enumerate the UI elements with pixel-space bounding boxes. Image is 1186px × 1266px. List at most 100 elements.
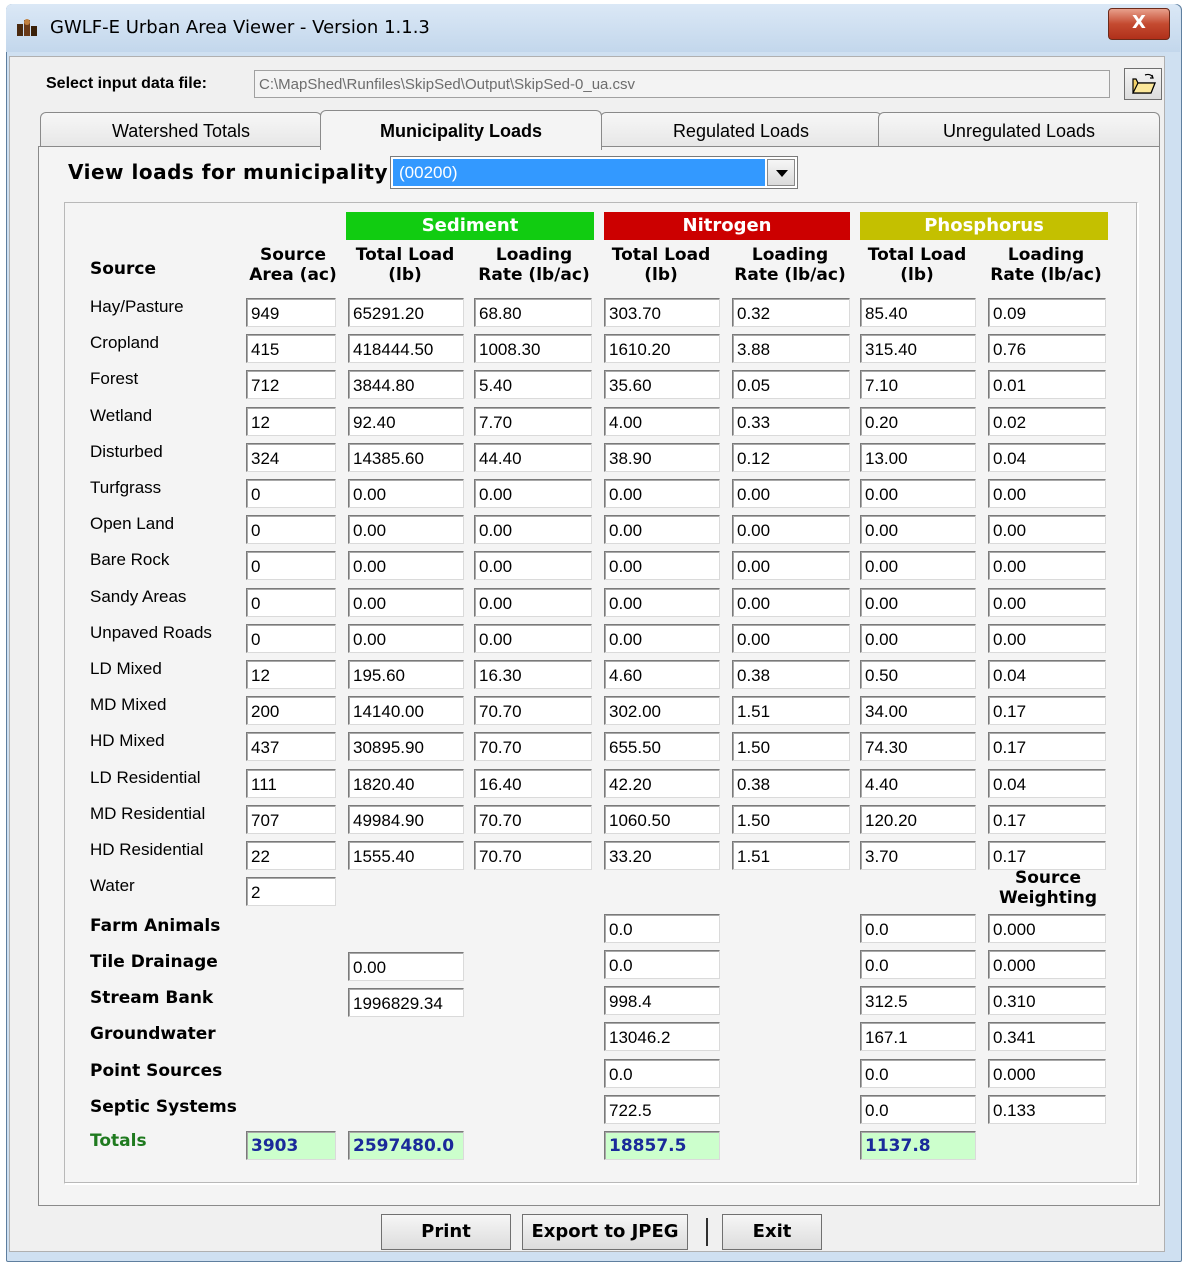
- p-total-field[interactable]: 0.50: [860, 660, 976, 689]
- n-total-field[interactable]: 13046.2: [604, 1022, 720, 1051]
- n-total-field[interactable]: 1060.50: [604, 805, 720, 834]
- area-field[interactable]: 200: [246, 696, 336, 725]
- area-field[interactable]: 0: [246, 588, 336, 617]
- n-rate-field[interactable]: 0.12: [732, 443, 850, 472]
- area-field[interactable]: 437: [246, 732, 336, 761]
- n-total-field[interactable]: 0.0: [604, 1059, 720, 1088]
- sed-rate-field[interactable]: 0.00: [474, 588, 592, 617]
- p-total-field[interactable]: 0.0: [860, 1059, 976, 1088]
- n-rate-field[interactable]: 0.38: [732, 769, 850, 798]
- tab-regulated-loads[interactable]: Regulated Loads: [600, 112, 882, 148]
- sed-total-field[interactable]: 1555.40: [348, 841, 464, 870]
- area-field[interactable]: 0: [246, 551, 336, 580]
- municipality-select[interactable]: (00200): [390, 156, 798, 189]
- n-total-field[interactable]: 655.50: [604, 732, 720, 761]
- area-field[interactable]: 111: [246, 769, 336, 798]
- sed-total-field[interactable]: 0.00: [348, 551, 464, 580]
- p-rate-field[interactable]: 0.00: [988, 588, 1106, 617]
- sed-total-field[interactable]: 14140.00: [348, 696, 464, 725]
- sed-total-field[interactable]: 65291.20: [348, 298, 464, 327]
- n-total-field[interactable]: 35.60: [604, 370, 720, 399]
- n-total-field[interactable]: 0.0: [604, 914, 720, 943]
- sed-total-field[interactable]: 0.00: [348, 515, 464, 544]
- tab-watershed-totals[interactable]: Watershed Totals: [40, 112, 322, 148]
- p-total-field[interactable]: 0.0: [860, 950, 976, 979]
- p-total-field[interactable]: 7.10: [860, 370, 976, 399]
- p-total-field[interactable]: 0.00: [860, 624, 976, 653]
- n-total-field[interactable]: 998.4: [604, 986, 720, 1015]
- n-total-field[interactable]: 33.20: [604, 841, 720, 870]
- sed-rate-field[interactable]: 16.30: [474, 660, 592, 689]
- sed-rate-field[interactable]: 16.40: [474, 769, 592, 798]
- p-rate-field[interactable]: 0.04: [988, 769, 1106, 798]
- sed-total-field[interactable]: 1820.40: [348, 769, 464, 798]
- n-total-field[interactable]: 42.20: [604, 769, 720, 798]
- area-field[interactable]: 0: [246, 515, 336, 544]
- n-rate-field[interactable]: 0.38: [732, 660, 850, 689]
- sed-rate-field[interactable]: 7.70: [474, 407, 592, 436]
- area-field[interactable]: 12: [246, 660, 336, 689]
- n-total-field[interactable]: 0.00: [604, 624, 720, 653]
- sed-rate-field[interactable]: 5.40: [474, 370, 592, 399]
- sed-rate-field[interactable]: 0.00: [474, 479, 592, 508]
- total-nitrogen-field[interactable]: 18857.5: [604, 1131, 720, 1160]
- n-total-field[interactable]: 0.00: [604, 515, 720, 544]
- p-total-field[interactable]: 13.00: [860, 443, 976, 472]
- p-rate-field[interactable]: 0.04: [988, 443, 1106, 472]
- sed-total-field[interactable]: 3844.80: [348, 370, 464, 399]
- n-total-field[interactable]: 722.5: [604, 1095, 720, 1124]
- p-total-field[interactable]: 315.40: [860, 334, 976, 363]
- open-file-button[interactable]: [1124, 68, 1162, 100]
- n-rate-field[interactable]: 0.32: [732, 298, 850, 327]
- sed-rate-field[interactable]: 70.70: [474, 732, 592, 761]
- n-rate-field[interactable]: 0.00: [732, 551, 850, 580]
- n-rate-field[interactable]: 0.33: [732, 407, 850, 436]
- chevron-down-icon[interactable]: [767, 159, 795, 186]
- p-total-field[interactable]: 312.5: [860, 986, 976, 1015]
- area-field[interactable]: 949: [246, 298, 336, 327]
- p-rate-field[interactable]: 0.02: [988, 407, 1106, 436]
- n-rate-field[interactable]: 1.50: [732, 732, 850, 761]
- sed-rate-field[interactable]: 70.70: [474, 805, 592, 834]
- area-field[interactable]: 12: [246, 407, 336, 436]
- n-rate-field[interactable]: 1.51: [732, 696, 850, 725]
- p-total-field[interactable]: 120.20: [860, 805, 976, 834]
- p-rate-field[interactable]: 0.00: [988, 624, 1106, 653]
- n-total-field[interactable]: 302.00: [604, 696, 720, 725]
- sed-total-field[interactable]: 1996829.34: [348, 988, 464, 1017]
- p-total-field[interactable]: 0.00: [860, 515, 976, 544]
- sed-total-field[interactable]: 92.40: [348, 407, 464, 436]
- area-field[interactable]: 2: [246, 877, 336, 906]
- n-total-field[interactable]: 0.00: [604, 479, 720, 508]
- p-rate-field[interactable]: 0.04: [988, 660, 1106, 689]
- p-total-field[interactable]: 0.00: [860, 479, 976, 508]
- sed-rate-field[interactable]: 0.00: [474, 515, 592, 544]
- p-rate-field[interactable]: 0.00: [988, 479, 1106, 508]
- source-weighting-field[interactable]: 0.000: [988, 1059, 1106, 1088]
- n-rate-field[interactable]: 0.05: [732, 370, 850, 399]
- sed-total-field[interactable]: 0.00: [348, 624, 464, 653]
- sed-total-field[interactable]: 49984.90: [348, 805, 464, 834]
- source-weighting-field[interactable]: 0.000: [988, 914, 1106, 943]
- n-total-field[interactable]: 4.00: [604, 407, 720, 436]
- n-rate-field[interactable]: 0.00: [732, 624, 850, 653]
- export-jpeg-button[interactable]: Export to JPEG: [522, 1214, 688, 1250]
- print-button[interactable]: Print: [381, 1214, 511, 1250]
- total-sediment-field[interactable]: 2597480.0: [348, 1131, 464, 1160]
- n-total-field[interactable]: 0.0: [604, 950, 720, 979]
- area-field[interactable]: 0: [246, 479, 336, 508]
- area-field[interactable]: 415: [246, 334, 336, 363]
- area-field[interactable]: 324: [246, 443, 336, 472]
- sed-total-field[interactable]: 418444.50: [348, 334, 464, 363]
- n-total-field[interactable]: 4.60: [604, 660, 720, 689]
- source-weighting-field[interactable]: 0.133: [988, 1095, 1106, 1124]
- p-rate-field[interactable]: 0.17: [988, 696, 1106, 725]
- p-rate-field[interactable]: 0.17: [988, 805, 1106, 834]
- n-total-field[interactable]: 1610.20: [604, 334, 720, 363]
- close-button[interactable]: X: [1108, 8, 1170, 40]
- exit-button[interactable]: Exit: [722, 1214, 822, 1250]
- p-total-field[interactable]: 34.00: [860, 696, 976, 725]
- file-path-field[interactable]: C:\MapShed\Runfiles\SkipSed\Output\SkipS…: [254, 70, 1110, 98]
- n-rate-field[interactable]: 0.00: [732, 479, 850, 508]
- p-rate-field[interactable]: 0.00: [988, 551, 1106, 580]
